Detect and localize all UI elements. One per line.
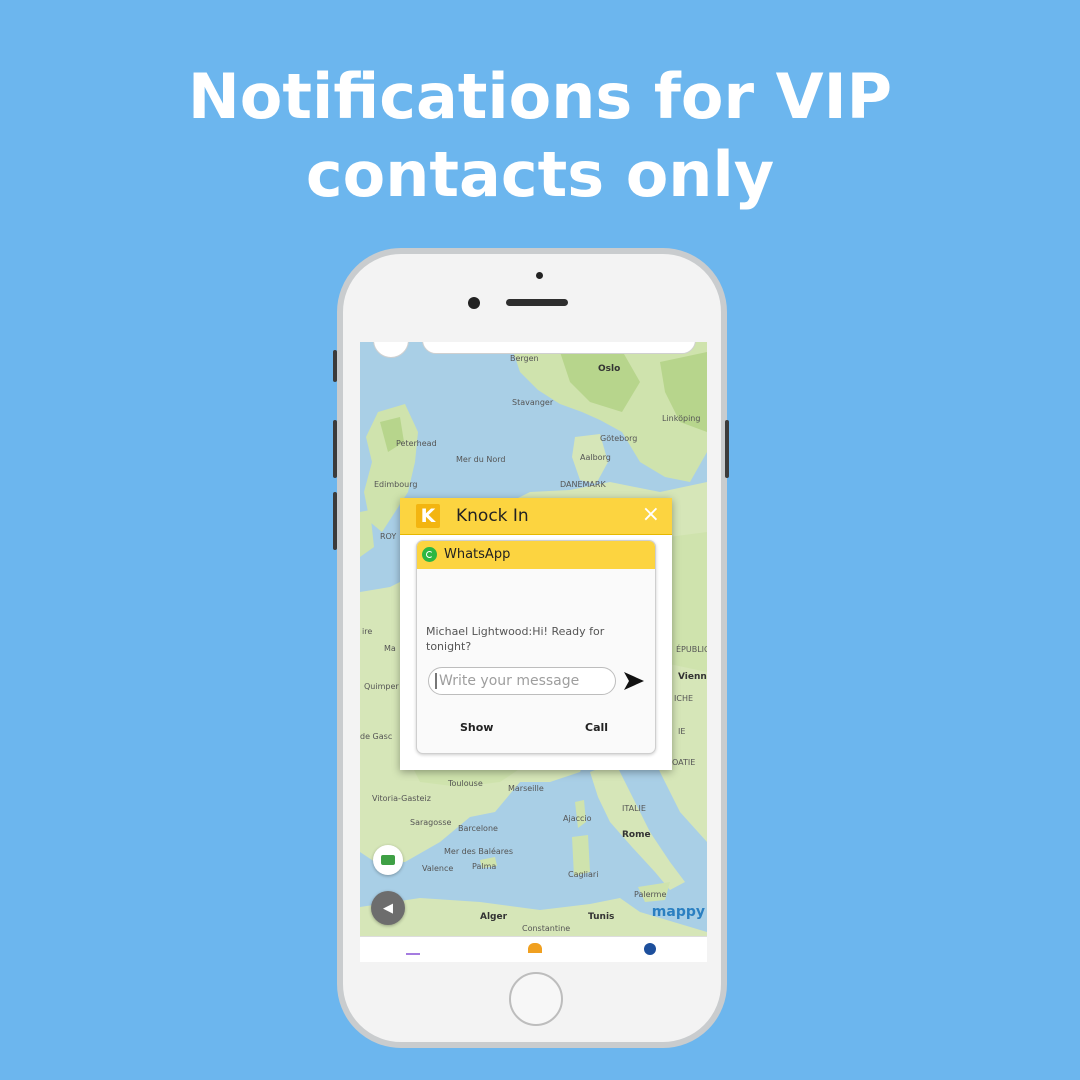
knock-in-popup: K Knock In × WhatsApp Michael Lightwood:… (400, 498, 672, 770)
notification-app-name: WhatsApp (444, 547, 511, 562)
map-label-vienne: Vienne (678, 672, 707, 682)
map-label-alger: Alger (480, 912, 508, 922)
close-icon[interactable]: × (642, 502, 660, 527)
navigate-button[interactable]: ◀ (371, 891, 405, 925)
mappy-logo: mappy (651, 904, 705, 920)
notification-message: Michael Lightwood:Hi! Ready for tonight? (426, 625, 605, 653)
text-caret (435, 673, 437, 689)
power-button (725, 420, 729, 478)
reply-input[interactable]: Write your message (428, 667, 616, 695)
show-button[interactable]: Show (460, 721, 493, 734)
map-label-barcelone: Barcelone (458, 824, 498, 833)
map-search-bar[interactable] (422, 342, 696, 354)
map-label-oatie: OATIE (672, 758, 696, 767)
map-label-republique: ÉPUBLIQUE (676, 645, 707, 654)
map-label-rome: Rome (622, 830, 651, 840)
map-label-iche: ICHE (674, 694, 694, 703)
map-label-tunis: Tunis (588, 912, 615, 922)
map-label-constantine: Constantine (522, 924, 571, 933)
home-button[interactable] (509, 972, 563, 1026)
map-label-palma: Palma (472, 862, 497, 871)
volume-up-button (333, 420, 337, 478)
send-icon[interactable] (623, 671, 645, 691)
map-label-marseille: Marseille (508, 784, 544, 793)
map-label-saragosse: Saragosse (410, 818, 452, 827)
front-camera (468, 297, 480, 309)
map-label-stavanger: Stavanger (512, 398, 554, 407)
map-label-de-gasc: de Gasc (360, 732, 393, 741)
map-label-valence: Valence (422, 864, 454, 873)
reply-input-placeholder: Write your message (439, 673, 580, 689)
headline-line-2: contacts only (305, 138, 775, 211)
proximity-sensor (536, 272, 543, 279)
call-button[interactable]: Call (585, 721, 608, 734)
map-layers-button[interactable] (373, 845, 403, 875)
map-label-palerme: Palerme (634, 890, 667, 899)
map-label-aalborg: Aalborg (580, 453, 611, 462)
tab-traffic-icon[interactable] (406, 943, 420, 955)
phone-frame: Bergen Oslo Stavanger Linköping Göteborg… (333, 248, 729, 1048)
map-label-mer-du-nord: Mer du Nord (456, 455, 506, 464)
map-label-ajaccio: Ajaccio (563, 814, 592, 823)
map-label-toulouse: Toulouse (448, 779, 483, 788)
map-label-bergen: Bergen (510, 354, 539, 363)
map-label-ire: ire (362, 627, 373, 636)
notification-card: WhatsApp Michael Lightwood:Hi! Ready for… (416, 540, 656, 754)
map-label-quimper: Quimper (364, 682, 399, 691)
knock-in-header: K Knock In × (400, 498, 672, 535)
map-label-roy: ROY (380, 532, 397, 541)
mute-switch (333, 350, 337, 382)
map-label-peterhead: Peterhead (396, 439, 437, 448)
map-label-mer-des-baleares: Mer des Baléares (444, 847, 514, 856)
earpiece-speaker (506, 299, 568, 306)
map-label-vitoria-gasteiz: Vitoria-Gasteiz (372, 794, 431, 803)
navigation-arrow-icon: ◀ (383, 900, 393, 916)
map-label-ma: Ma (384, 644, 396, 653)
map-label-ie: IE (678, 727, 686, 736)
bottom-tab-bar (360, 936, 707, 962)
tab-account-icon[interactable] (644, 943, 656, 955)
map-label-edimbourg: Edimbourg (374, 480, 418, 489)
headline-line-1: Notifications for VIP (187, 60, 893, 133)
map-label-cagliari: Cagliari (568, 870, 599, 879)
phone-screen: Bergen Oslo Stavanger Linköping Göteborg… (360, 342, 707, 962)
volume-down-button (333, 492, 337, 550)
map-label-danemark: DANEMARK (560, 480, 606, 489)
notification-header: WhatsApp (417, 541, 655, 569)
knock-in-title: Knock In (456, 506, 529, 526)
tab-places-icon[interactable] (528, 943, 542, 953)
map-label-oslo: Oslo (598, 364, 621, 374)
whatsapp-icon (422, 547, 437, 562)
map-label-italie: ITALIE (622, 804, 646, 813)
headline: Notifications for VIP contacts only (0, 58, 1080, 214)
knock-in-logo-icon: K (416, 504, 440, 528)
map-layers-icon (381, 855, 395, 865)
map-label-linkoping: Linköping (662, 414, 701, 423)
map-label-goteborg: Göteborg (600, 434, 638, 443)
